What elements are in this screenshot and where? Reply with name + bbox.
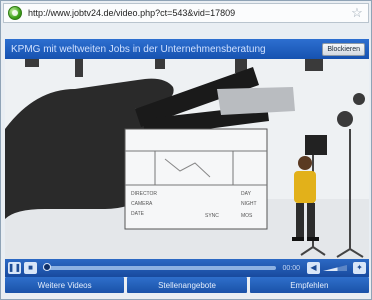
clapper-text-mos: MOS (241, 213, 253, 219)
video-frame[interactable]: DIRECTOR CAMERA DATE DAY NIGHT SYNC MOS (5, 59, 369, 259)
player-controls: ❚❚ ■ 00:00 ◀ ✦ (5, 259, 369, 277)
address-bar[interactable]: http://www.jobtv24.de/video.php?ct=543&v… (3, 3, 369, 23)
clapper-board: DIRECTOR CAMERA DATE DAY NIGHT SYNC MOS (124, 128, 268, 230)
video-title: KPMG mit weltweiten Jobs in der Unterneh… (11, 43, 266, 55)
browser-window: http://www.jobtv24.de/video.php?ct=543&v… (0, 0, 372, 300)
block-button[interactable]: Blockieren (322, 42, 365, 56)
clapper-text-date: DATE (131, 211, 145, 217)
player-tabs: Weitere Videos Stellenangebote Empfehlen (5, 277, 369, 293)
clapper-text-director: DIRECTOR (131, 191, 157, 197)
progress-bar[interactable] (43, 263, 277, 271)
volume-slider[interactable] (323, 265, 347, 271)
video-still: DIRECTOR CAMERA DATE DAY NIGHT SYNC MOS (5, 59, 369, 259)
player-title-bar: KPMG mit weltweiten Jobs in der Unterneh… (5, 39, 369, 59)
url-text[interactable]: http://www.jobtv24.de/video.php?ct=543&v… (28, 8, 349, 18)
speaker-icon[interactable]: ◀ (307, 262, 320, 274)
time-display: 00:00 (282, 264, 300, 272)
clapper-text-camera: CAMERA (131, 201, 153, 207)
stop-icon[interactable]: ■ (24, 262, 37, 274)
tab-weitere-videos[interactable]: Weitere Videos (5, 277, 125, 293)
tab-stellenangebote[interactable]: Stellenangebote (127, 277, 247, 293)
fullscreen-icon[interactable]: ✦ (353, 262, 366, 274)
clapper-text-sync: SYNC (205, 213, 219, 219)
pause-icon[interactable]: ❚❚ (8, 262, 21, 274)
progress-knob[interactable] (43, 263, 51, 271)
clapper-text-night: NIGHT (241, 201, 257, 207)
clapper-text-day: DAY (241, 191, 252, 197)
green-globe-icon (8, 6, 22, 20)
tab-empfehlen[interactable]: Empfehlen (249, 277, 369, 293)
star-outline-icon[interactable]: ☆ (349, 4, 365, 22)
